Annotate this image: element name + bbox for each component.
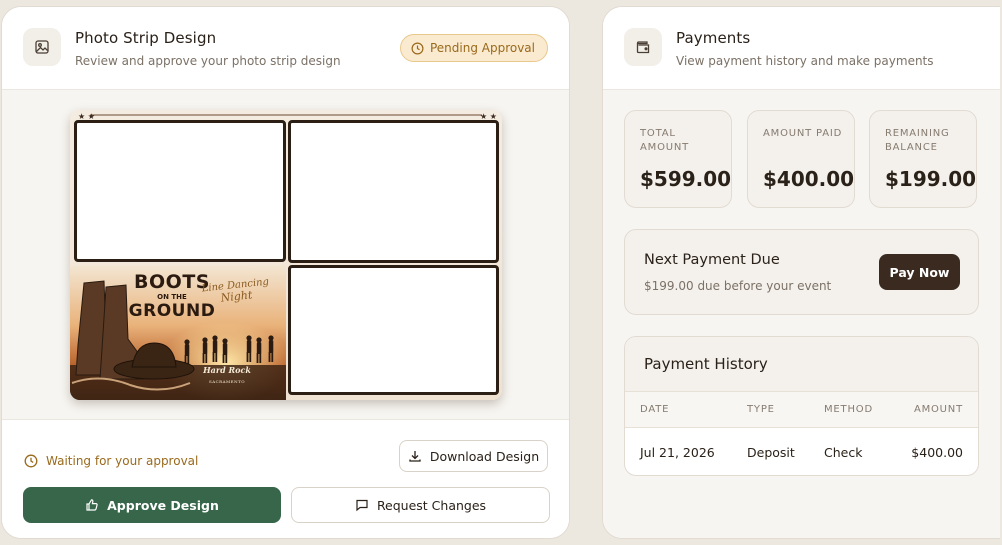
column-header-amount: AMOUNT bbox=[913, 404, 963, 415]
photo-strip-actions: Waiting for your approval Download Desig… bbox=[2, 420, 569, 538]
payment-history-table: Payment History DATE TYPE METHOD AMOUNT … bbox=[624, 336, 979, 476]
row-method: Check bbox=[824, 445, 863, 460]
total-amount-stat: TOTAL AMOUNT $599.00 bbox=[624, 110, 732, 208]
photo-frame-1 bbox=[74, 120, 286, 262]
row-amount: $400.00 bbox=[911, 445, 963, 460]
remaining-balance-value: $199.00 bbox=[885, 167, 977, 191]
payment-history-column-headers: DATE TYPE METHOD AMOUNT bbox=[625, 392, 978, 428]
svg-text:★ ★: ★ ★ bbox=[480, 112, 497, 120]
photo-strip-preview: ★ ★ ★ ★ BOOTS ON THE GROUND Line Dancing… bbox=[70, 110, 502, 400]
pending-approval-badge: Pending Approval bbox=[399, 34, 548, 62]
total-amount-label: TOTAL AMOUNT bbox=[640, 128, 690, 153]
next-payment-title: Next Payment Due bbox=[644, 252, 780, 268]
photo-strip-card: Photo Strip Design Review and approve yo… bbox=[1, 6, 570, 539]
download-design-button[interactable]: Download Design bbox=[399, 440, 548, 472]
photo-frame-3 bbox=[288, 265, 499, 395]
svg-text:★ ★: ★ ★ bbox=[78, 112, 95, 120]
photo-frame-2 bbox=[288, 120, 499, 263]
wallet-icon bbox=[624, 28, 662, 66]
next-payment-due-panel: Next Payment Due $199.00 due before your… bbox=[624, 229, 979, 315]
approve-design-label: Approve Design bbox=[107, 497, 219, 513]
photo-strip-title: Photo Strip Design bbox=[75, 29, 217, 47]
waiting-status-text: Waiting for your approval bbox=[46, 454, 199, 468]
next-payment-subtitle: $199.00 due before your event bbox=[644, 279, 832, 293]
waiting-status: Waiting for your approval bbox=[24, 454, 198, 468]
row-date: Jul 21, 2026 bbox=[640, 445, 715, 460]
clock-icon bbox=[411, 42, 424, 54]
download-design-label: Download Design bbox=[429, 448, 540, 464]
pending-approval-label: Pending Approval bbox=[429, 41, 535, 55]
column-header-type: TYPE bbox=[747, 404, 775, 415]
payment-history-header: Payment History bbox=[625, 337, 978, 392]
hard-rock-logo: Hard Rock SACRAMENTO bbox=[198, 366, 256, 384]
payments-subtitle: View payment history and make payments bbox=[676, 54, 934, 68]
amount-paid-stat: AMOUNT PAID $400.00 bbox=[747, 110, 855, 208]
column-header-method: METHOD bbox=[824, 404, 873, 415]
clock-icon bbox=[24, 454, 38, 468]
payments-body: TOTAL AMOUNT $599.00 AMOUNT PAID $400.00… bbox=[603, 90, 1000, 538]
column-header-date: DATE bbox=[640, 404, 670, 415]
pay-now-button[interactable]: Pay Now bbox=[879, 254, 960, 290]
hard-rock-logo-sub: SACRAMENTO bbox=[208, 378, 246, 384]
approve-design-button[interactable]: Approve Design bbox=[23, 487, 281, 523]
payments-card: Payments View payment history and make p… bbox=[602, 6, 1000, 539]
download-icon bbox=[409, 451, 421, 462]
photo-strip-header: Photo Strip Design Review and approve yo… bbox=[2, 7, 569, 90]
design-preview-area: ★ ★ ★ ★ BOOTS ON THE GROUND Line Dancing… bbox=[2, 90, 569, 420]
request-changes-button[interactable]: Request Changes bbox=[291, 487, 550, 523]
request-changes-label: Request Changes bbox=[376, 497, 487, 513]
total-amount-value: $599.00 bbox=[640, 167, 732, 191]
remaining-balance-label: REMAINING BALANCE bbox=[885, 128, 950, 153]
thumbs-up-icon bbox=[86, 499, 98, 511]
remaining-balance-stat: REMAINING BALANCE $199.00 bbox=[869, 110, 977, 208]
photo-strip-subtitle: Review and approve your photo strip desi… bbox=[75, 54, 341, 68]
amount-paid-value: $400.00 bbox=[763, 167, 855, 191]
hard-rock-logo-text: Hard Rock bbox=[203, 365, 251, 375]
image-icon bbox=[23, 28, 61, 66]
payments-title: Payments bbox=[676, 29, 751, 47]
amount-paid-label: AMOUNT PAID bbox=[763, 128, 843, 139]
payments-header: Payments View payment history and make p… bbox=[603, 7, 1000, 90]
message-square-icon bbox=[356, 499, 368, 512]
strip-top-border: ★ ★ ★ ★ bbox=[78, 112, 497, 120]
payment-history-title: Payment History bbox=[644, 355, 768, 373]
row-type: Deposit bbox=[747, 445, 795, 460]
